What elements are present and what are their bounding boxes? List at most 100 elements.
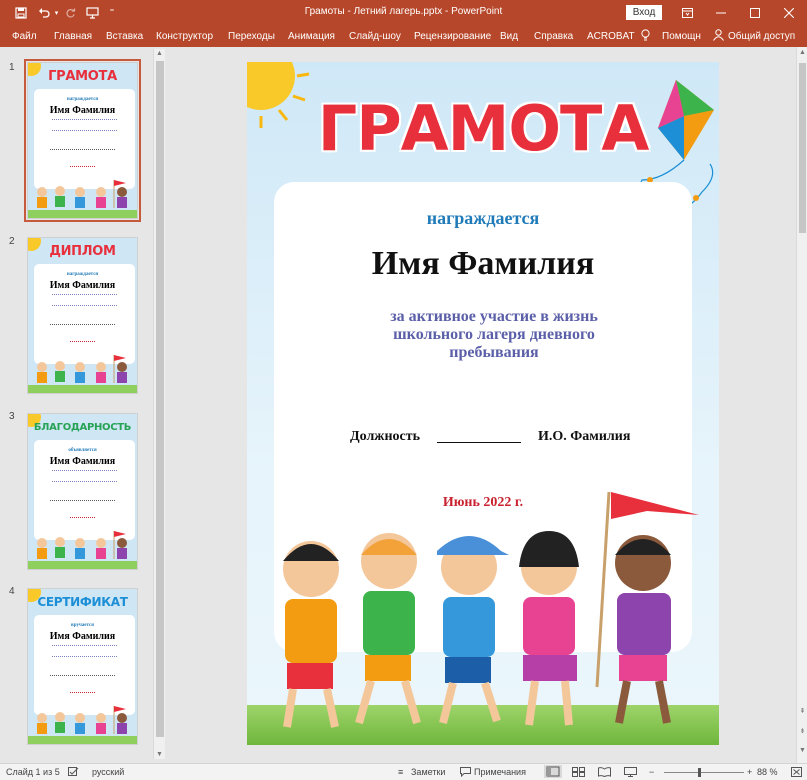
slide-number-1: 1 — [9, 62, 15, 73]
thumbnail-awarded: награждается — [66, 97, 99, 102]
thumbnail-card — [34, 264, 135, 364]
comments-button[interactable]: Примечания — [474, 767, 526, 777]
kids-illustration — [28, 355, 137, 393]
thumbnails-scrollbar[interactable]: ▲ ▼ — [153, 49, 165, 759]
position-label[interactable]: Должность — [350, 429, 420, 445]
tab-view[interactable]: Вид — [500, 31, 518, 42]
thumbnail-card — [34, 615, 135, 715]
thumbnail-reason-lines — [52, 645, 117, 657]
slide-thumbnail-4[interactable]: СЕРТИФИКАТ вручается Имя Фамилия — [27, 588, 138, 745]
tab-help[interactable]: Справка — [534, 31, 573, 42]
tab-slideshow[interactable]: Слайд-шоу — [349, 31, 401, 42]
minimize-icon[interactable] — [704, 0, 738, 25]
kids-illustration — [28, 706, 137, 744]
reading-view-icon[interactable] — [598, 767, 611, 779]
slide-thumbnail-3[interactable]: БЛАГОДАРНОСТЬ объявляется Имя Фамилия — [27, 413, 138, 570]
thumbnail-reason-lines — [52, 470, 117, 482]
ribbon-display-options-icon[interactable] — [670, 0, 704, 25]
zoom-out-icon[interactable]: − — [649, 767, 654, 777]
thumbnail-date-line — [70, 341, 95, 342]
recipient-name[interactable]: Имя Фамилия — [247, 245, 719, 283]
scroll-down-icon[interactable]: ▼ — [156, 751, 163, 758]
thumbnail-reason-lines — [52, 119, 117, 131]
thumbnail-card — [34, 440, 135, 540]
tab-insert[interactable]: Вставка — [106, 31, 143, 42]
signer-name[interactable]: И.О. Фамилия — [538, 429, 630, 445]
slide-thumbnail-2[interactable]: ДИПЛОМ награждается Имя Фамилия — [27, 237, 138, 394]
lightbulb-icon[interactable] — [641, 29, 650, 44]
thumbnail-name: Имя Фамилия — [49, 631, 116, 642]
present-from-start-icon[interactable] — [83, 3, 101, 22]
share-button[interactable]: Общий доступ — [728, 31, 795, 42]
thumbnail-signature-line — [50, 500, 115, 501]
tell-me-search[interactable]: Помощн — [662, 31, 701, 42]
thumbnail-awarded: награждается — [66, 272, 99, 277]
scroll-thumb[interactable] — [799, 63, 806, 233]
tab-transitions[interactable]: Переходы — [228, 31, 275, 42]
thumbnail-title: ДИПЛОМ — [49, 244, 116, 259]
notes-button[interactable]: Заметки — [411, 767, 445, 777]
slide-number-4: 4 — [9, 586, 15, 597]
fit-to-window-icon[interactable] — [791, 767, 802, 779]
slide-counter: Слайд 1 из 5 — [6, 767, 60, 777]
slide-thumbnail-1[interactable]: ГРАМОТА награждается Имя Фамилия — [24, 59, 141, 222]
close-icon[interactable] — [772, 0, 806, 25]
scroll-up-icon[interactable]: ▲ — [798, 49, 807, 60]
slideshow-icon[interactable] — [624, 767, 637, 779]
tab-acrobat[interactable]: ACROBAT — [587, 31, 635, 42]
thumbnail-name: Имя Фамилия — [49, 280, 116, 291]
tab-animations[interactable]: Анимация — [288, 31, 335, 42]
signature-line — [437, 442, 521, 443]
tab-home[interactable]: Главная — [54, 31, 92, 42]
kids-illustration — [283, 491, 699, 728]
maximize-icon[interactable] — [738, 0, 772, 25]
customize-toolbar-icon[interactable]: ⁼ — [106, 3, 118, 22]
next-slide-icon[interactable]: ⇟ — [798, 727, 807, 738]
zoom-level[interactable]: 88 % — [757, 767, 778, 777]
comments-icon[interactable] — [460, 767, 471, 779]
slide-number-3: 3 — [9, 411, 15, 422]
thumbnail-card — [34, 89, 135, 189]
awarded-text[interactable]: награждается — [247, 208, 719, 229]
thumbnail-title: СЕРТИФИКАТ — [37, 595, 128, 609]
thumbnail-signature-line — [50, 324, 115, 325]
thumbnail-signature-line — [50, 149, 115, 150]
zoom-in-icon[interactable]: + — [747, 767, 752, 777]
thumbnails-scroll-thumb[interactable] — [156, 61, 164, 737]
language-indicator[interactable]: русский — [92, 767, 124, 777]
thumbnail-title: ГРАМОТА — [48, 69, 117, 84]
normal-view-icon[interactable] — [544, 765, 562, 778]
thumbnail-reason-lines — [52, 294, 117, 306]
thumbnail-awarded: вручается — [71, 623, 94, 628]
tab-file[interactable]: Файл — [12, 31, 37, 42]
zoom-slider[interactable] — [664, 772, 744, 773]
zoom-slider-thumb[interactable] — [698, 768, 701, 777]
sign-in-button[interactable]: Вход — [626, 5, 662, 20]
redo-icon[interactable] — [62, 3, 78, 22]
slide-sorter-icon[interactable] — [572, 767, 585, 779]
ribbon-tabs: Файл Главная Вставка Конструктор Переход… — [0, 25, 807, 47]
tab-design[interactable]: Конструктор — [156, 31, 213, 42]
notes-icon[interactable]: ≡ — [398, 767, 403, 777]
slide-number-2: 2 — [9, 236, 15, 247]
vertical-scrollbar[interactable]: ▲ ⇞ ⇟ ▼ — [796, 47, 807, 763]
save-icon[interactable] — [12, 3, 30, 22]
previous-slide-icon[interactable]: ⇞ — [798, 707, 807, 718]
scroll-down-icon[interactable]: ▼ — [798, 747, 807, 758]
thumbnail-date-line — [70, 517, 95, 518]
thumbnail-awarded: объявляется — [68, 448, 97, 453]
current-slide[interactable]: ГРАМОТА награждается Имя Фамилия за акти… — [247, 62, 719, 745]
award-reason[interactable]: за активное участие в жизнь школьного ла… — [359, 308, 629, 362]
undo-dropdown-icon[interactable]: ▾ — [52, 3, 61, 22]
thumbnail-name: Имя Фамилия — [49, 105, 116, 116]
thumbnail-title: БЛАГОДАРНОСТЬ — [33, 422, 132, 433]
scroll-up-icon[interactable]: ▲ — [156, 50, 163, 57]
share-icon[interactable] — [713, 29, 724, 44]
status-bar: Слайд 1 из 5 русский ≡ Заметки Примечани… — [0, 763, 807, 780]
kids-illustration — [28, 531, 137, 569]
tab-review[interactable]: Рецензирование — [414, 31, 491, 42]
title-bar: ▾ ⁼ Грамоты - Летний лагерь.pptx - Power… — [0, 0, 807, 25]
spellcheck-icon[interactable] — [68, 767, 79, 779]
thumbnail-signature-line — [50, 675, 115, 676]
undo-icon[interactable] — [35, 3, 53, 22]
